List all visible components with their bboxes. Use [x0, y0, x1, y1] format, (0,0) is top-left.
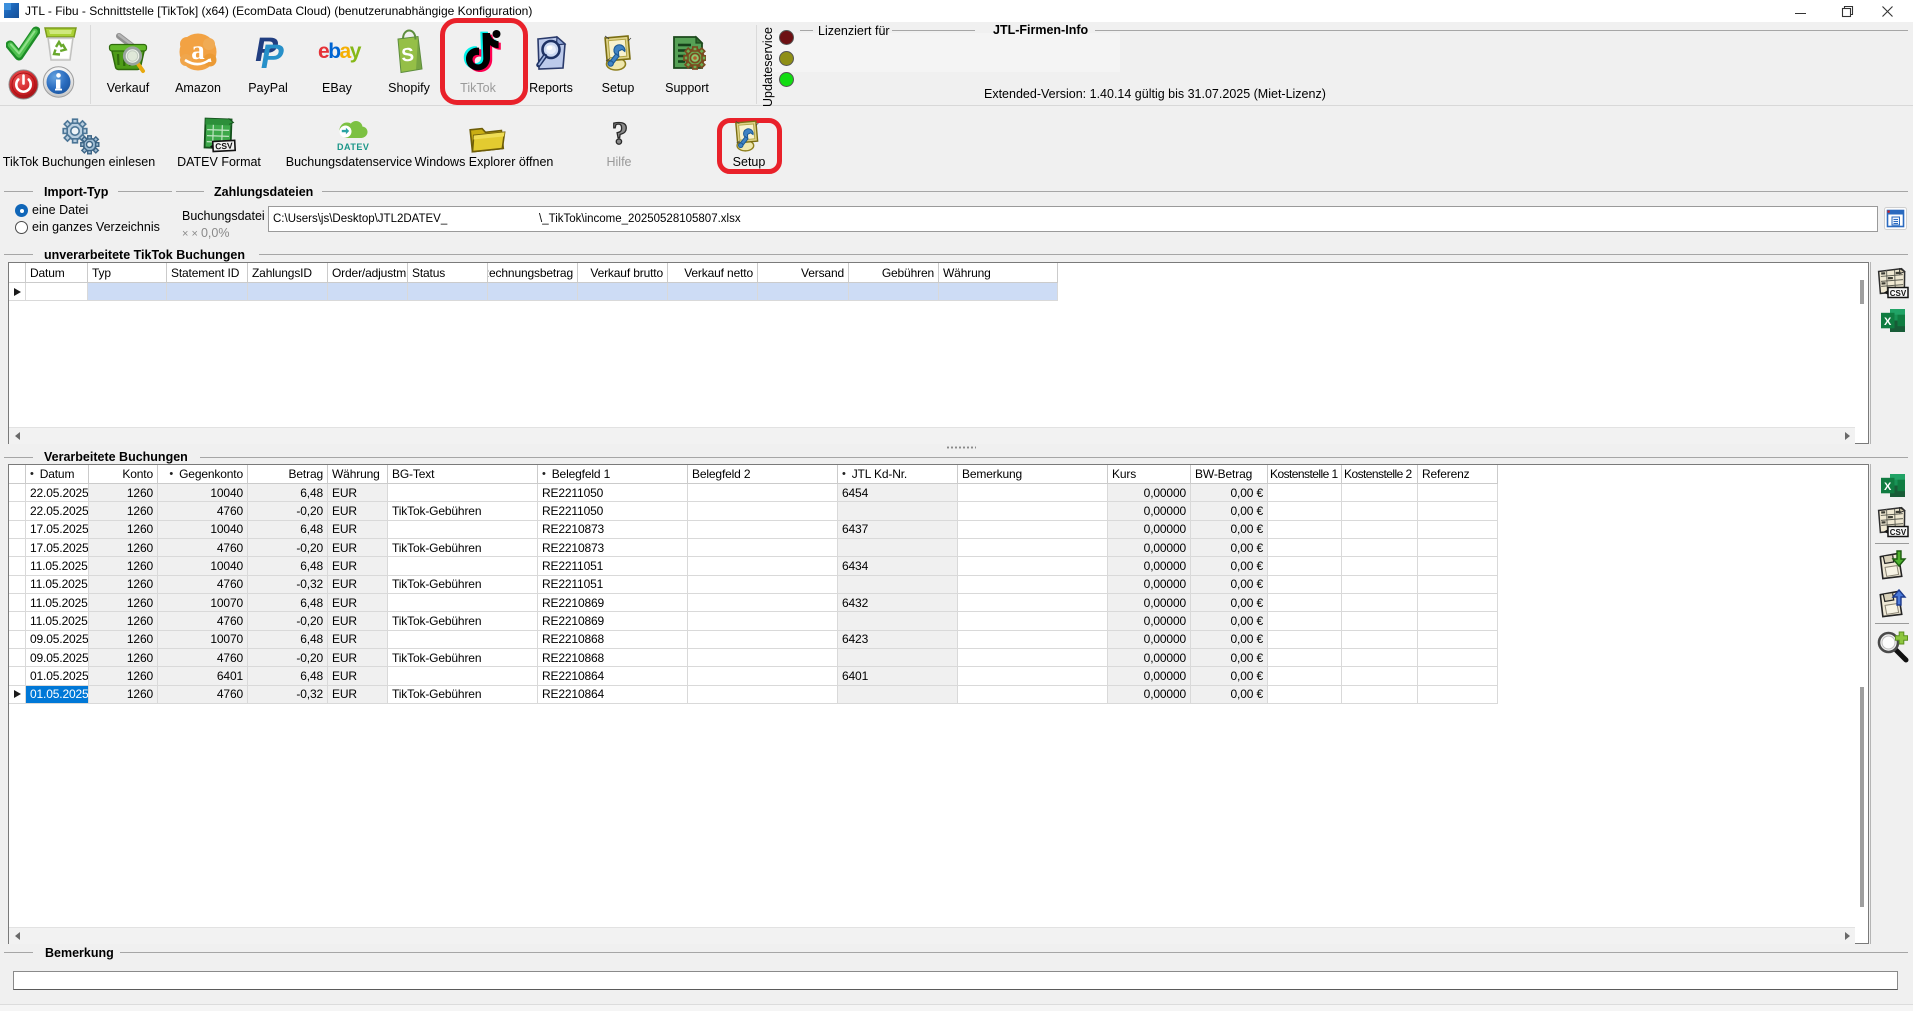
svg-text:DATEV: DATEV [337, 142, 369, 152]
svg-text:X: X [1884, 481, 1892, 493]
svg-text:X: X [1884, 316, 1892, 328]
svg-text:CSV: CSV [1890, 528, 1907, 537]
svg-text:CSV: CSV [1890, 289, 1907, 298]
svg-text:S: S [401, 45, 415, 67]
svg-text:CSV: CSV [215, 140, 233, 151]
svg-text:a: a [191, 35, 205, 65]
